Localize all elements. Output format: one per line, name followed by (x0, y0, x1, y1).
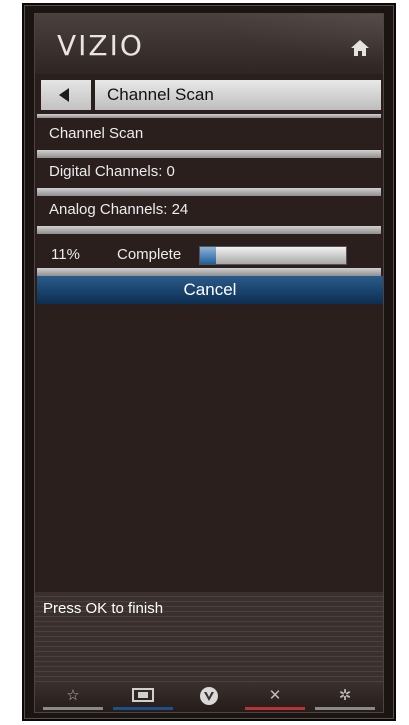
input-icon (113, 686, 173, 706)
divider (37, 150, 381, 158)
input-button[interactable] (113, 684, 173, 712)
divider (37, 226, 381, 234)
button-underline (43, 707, 103, 710)
back-button[interactable] (41, 80, 91, 110)
button-underline (245, 707, 305, 710)
star-icon: ☆ (66, 687, 80, 704)
progress-complete-label: Complete (117, 246, 182, 263)
page-title: Channel Scan (95, 80, 381, 110)
favorites-button[interactable]: ☆ (43, 684, 103, 712)
close-icon: ✕ (268, 687, 282, 704)
info-panel: Press OK to finish (35, 592, 383, 682)
vizio-logo: VIZIO (57, 29, 144, 62)
left-triangle-icon (59, 88, 69, 102)
menu-item-channel-scan: Channel Scan (35, 120, 383, 148)
vizio-button[interactable] (179, 684, 239, 712)
gear-icon: ✲ (338, 687, 352, 704)
settings-panel: VIZIO Channel Scan Channel Scan Digital … (34, 13, 384, 713)
settings-button[interactable]: ✲ (315, 684, 375, 712)
divider (37, 188, 381, 196)
bottom-bar: ☆ ✕ ✲ (35, 682, 383, 712)
button-underline (315, 707, 375, 710)
divider (37, 114, 381, 118)
progress-percent: 11% (51, 246, 80, 263)
button-underline (113, 707, 173, 710)
divider (37, 268, 381, 276)
tv-frame: VIZIO Channel Scan Channel Scan Digital … (22, 3, 396, 721)
home-icon[interactable] (351, 40, 369, 56)
vizio-v-icon (179, 686, 239, 710)
menu-item-analog-channels: Analog Channels: 24 (35, 196, 383, 224)
header: VIZIO (35, 14, 383, 74)
menu-item-digital-channels: Digital Channels: 0 (35, 158, 383, 186)
cancel-button[interactable]: Cancel (37, 276, 383, 304)
info-text: Press OK to finish (43, 600, 164, 617)
nav-row: Channel Scan (35, 80, 383, 112)
close-button[interactable]: ✕ (245, 684, 305, 712)
progress-bar (199, 246, 347, 265)
progress-row: 11% Complete (35, 242, 383, 268)
progress-bar-fill (200, 247, 217, 264)
